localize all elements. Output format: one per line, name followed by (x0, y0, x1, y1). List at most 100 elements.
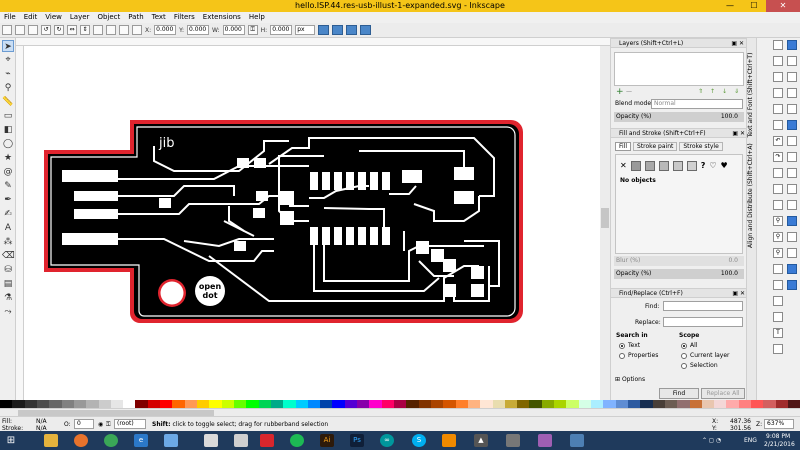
deselect-icon[interactable] (28, 25, 38, 35)
color-swatch[interactable] (110, 400, 124, 408)
find-input[interactable] (663, 301, 743, 311)
color-palette[interactable] (0, 400, 800, 408)
bucket-tool-icon[interactable]: ⛁ (2, 264, 14, 276)
canvas-vertical-scrollbar[interactable] (600, 46, 610, 400)
clock-date[interactable]: 2/21/2016 (764, 441, 795, 448)
color-swatch[interactable] (603, 400, 616, 408)
text-font-icon[interactable]: T (773, 328, 783, 338)
new-document-icon[interactable] (773, 40, 783, 50)
snap-nodes-icon[interactable] (787, 120, 797, 130)
color-swatch[interactable] (591, 400, 604, 408)
clone-icon[interactable] (773, 280, 783, 290)
scale-corners-icon[interactable] (332, 25, 344, 35)
h-field[interactable]: 0.000 (270, 25, 293, 35)
raise-layer-top-icon[interactable]: ⇑ (698, 88, 703, 95)
close-icon[interactable]: ▣ ✕ (731, 39, 744, 49)
eraser-tool-icon[interactable]: ⌫ (2, 250, 15, 262)
color-swatch[interactable] (566, 400, 579, 408)
move-patterns-icon[interactable] (360, 25, 372, 35)
color-swatch[interactable] (381, 400, 394, 408)
fill-stroke-panel-title[interactable]: Fill and Stroke (Shift+Ctrl+F) ▣ ✕ (611, 128, 747, 138)
zoom-field[interactable]: 637% (764, 419, 794, 429)
color-swatch[interactable] (135, 400, 148, 408)
color-swatch[interactable] (49, 400, 62, 408)
color-swatch[interactable] (258, 400, 271, 408)
color-swatch[interactable] (270, 400, 284, 408)
menu-text[interactable]: Text (148, 12, 170, 23)
menu-edit[interactable]: Edit (20, 12, 42, 23)
color-swatch[interactable] (36, 400, 50, 408)
color-swatch[interactable] (197, 400, 210, 408)
color-swatch[interactable] (701, 400, 715, 408)
vlc-icon[interactable] (442, 434, 456, 447)
search-text-radio[interactable]: Text (619, 342, 640, 349)
snap-intersection-icon[interactable] (787, 152, 797, 162)
layer-opacity-slider[interactable]: Opacity (%) 100.0 (614, 112, 744, 122)
color-swatch[interactable] (627, 400, 641, 408)
raise-layer-icon[interactable]: ↑ (710, 88, 715, 95)
layer-lock-icon[interactable]: ⚿ (106, 421, 111, 429)
notepad-icon[interactable] (164, 434, 178, 447)
tab-stroke-paint[interactable]: Stroke paint (633, 142, 678, 151)
export-icon[interactable] (773, 120, 783, 130)
layer-visibility-icon[interactable]: ◉ (98, 421, 103, 428)
illustrator-icon[interactable]: Ai (320, 434, 334, 447)
box3d-tool-icon[interactable]: ◧ (2, 124, 14, 136)
select-all-icon[interactable] (2, 25, 12, 35)
object-opacity-slider[interactable]: Opacity (%) 100.0 (614, 269, 744, 279)
color-swatch[interactable] (0, 400, 13, 408)
spiral-tool-icon[interactable]: @ (2, 166, 14, 178)
menu-filters[interactable]: Filters (170, 12, 199, 23)
group-icon[interactable] (773, 296, 783, 306)
node-tool-icon[interactable]: ⌖ (2, 54, 14, 66)
align-distribute-tab[interactable]: Align and Distribute (Shift+Ctrl+A) Text… (747, 53, 754, 248)
explorer-icon[interactable]: e (134, 434, 148, 447)
photoshop-icon[interactable]: Ps (350, 434, 364, 447)
text-tool-icon[interactable]: A (2, 222, 14, 234)
color-swatch[interactable] (73, 400, 87, 408)
color-swatch[interactable] (492, 400, 505, 408)
radial-gradient-icon[interactable] (658, 161, 669, 171)
color-swatch[interactable] (517, 400, 530, 408)
color-swatch[interactable] (233, 400, 247, 408)
menu-object[interactable]: Object (93, 12, 124, 23)
copy-icon[interactable] (773, 168, 783, 178)
menu-view[interactable]: View (41, 12, 66, 23)
vertical-ruler[interactable] (16, 46, 24, 400)
dock-side-tabs[interactable]: Align and Distribute (Shift+Ctrl+A) Text… (746, 38, 756, 400)
color-swatch[interactable] (455, 400, 468, 408)
flip-vertical-icon[interactable]: ⇕ (80, 25, 90, 35)
tab-stroke-style[interactable]: Stroke style (679, 142, 723, 151)
snap-page-icon[interactable] (787, 248, 797, 258)
menu-extensions[interactable]: Extensions (199, 12, 245, 23)
snap-smooth-icon[interactable] (787, 184, 797, 194)
x-field[interactable]: 0.000 (154, 25, 177, 35)
pencil-tool-icon[interactable]: ✎ (2, 180, 14, 192)
canvas-horizontal-scrollbar[interactable] (0, 408, 800, 416)
pattern-icon[interactable] (686, 161, 697, 171)
color-swatch[interactable] (677, 400, 690, 408)
replace-input[interactable] (663, 317, 743, 327)
color-swatch[interactable] (467, 400, 481, 408)
color-swatch[interactable] (221, 400, 234, 408)
color-swatch[interactable] (640, 400, 653, 408)
color-swatch[interactable] (714, 400, 727, 408)
menu-help[interactable]: Help (245, 12, 269, 23)
duplicate-icon[interactable] (773, 264, 783, 274)
zoom-page-icon[interactable]: ⚲ (773, 248, 783, 258)
lower-layer-bottom-icon[interactable]: ⇓ (734, 88, 739, 95)
firefox-icon[interactable] (74, 434, 88, 447)
color-swatch[interactable] (160, 400, 173, 408)
snap-rotation-icon[interactable] (787, 232, 797, 242)
color-swatch[interactable] (430, 400, 444, 408)
color-swatch[interactable] (147, 400, 161, 408)
color-swatch[interactable] (529, 400, 542, 408)
clock-time[interactable]: 9:08 PM (766, 433, 790, 440)
y-field[interactable]: 0.000 (187, 25, 210, 35)
color-swatch[interactable] (664, 400, 678, 408)
measure-tool-icon[interactable]: 📏 (2, 96, 14, 108)
snap-path-icon[interactable] (787, 136, 797, 146)
spray-tool-icon[interactable]: ⁂ (2, 236, 14, 248)
remove-layer-icon[interactable]: — (626, 88, 632, 95)
close-icon[interactable]: ▣ ✕ (732, 289, 745, 299)
